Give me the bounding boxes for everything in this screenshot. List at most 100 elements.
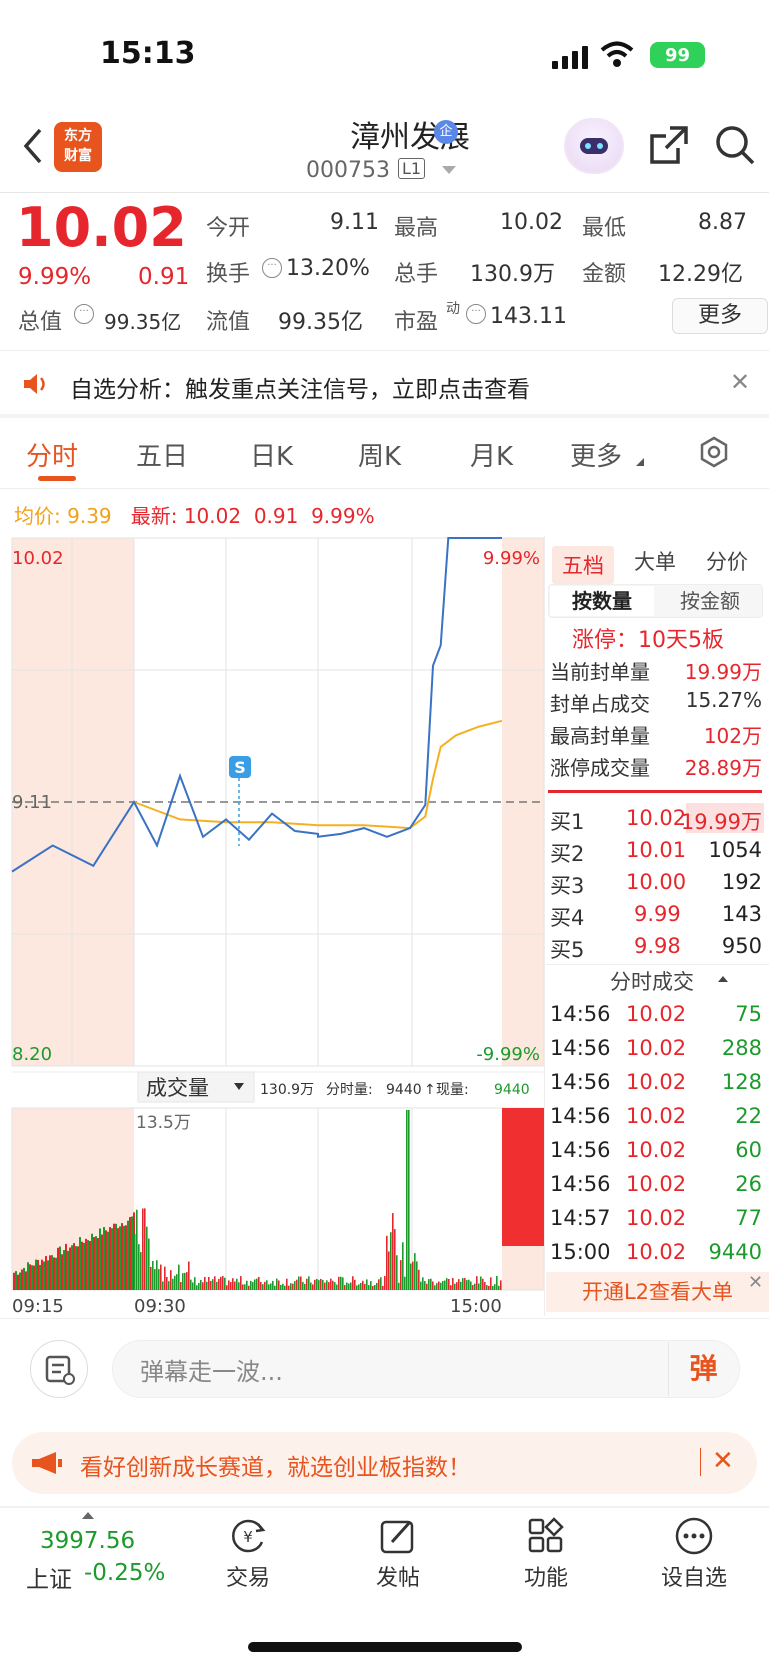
volume-bar [420, 1281, 422, 1290]
post-icon[interactable] [378, 1516, 418, 1556]
nav-functions[interactable]: 功能 [506, 1560, 586, 1592]
mktcap-value: 99.35亿 [104, 310, 182, 334]
more-button[interactable]: 更多 [672, 298, 768, 334]
volume-bar [27, 1262, 29, 1290]
danmaku-settings-icon[interactable] [30, 1340, 88, 1398]
search-icon[interactable] [714, 124, 756, 166]
gear-icon[interactable] [698, 436, 730, 468]
stat-label: 涨停成交量 [550, 756, 650, 780]
share-icon[interactable] [648, 124, 690, 166]
tab-big-orders[interactable]: 大单 [634, 546, 676, 576]
tick-price: 10.02 [626, 1002, 687, 1026]
volume-bar [418, 1269, 420, 1290]
volume-bar [176, 1274, 178, 1290]
volume-bar [210, 1281, 212, 1290]
tab-intraday[interactable]: 分时 [26, 436, 78, 473]
nav-trade[interactable]: 交易 [208, 1560, 288, 1592]
volume-bar [65, 1243, 67, 1290]
seg-by-quantity[interactable]: 按数量 [550, 586, 654, 616]
volume-bar [346, 1282, 348, 1290]
volume-bar [276, 1278, 278, 1290]
volume-bar [288, 1285, 290, 1290]
volume-bar [200, 1279, 202, 1290]
chevron-down-icon[interactable] [442, 166, 456, 174]
volume-bar [131, 1216, 133, 1290]
info-icon[interactable]: ··· [466, 304, 486, 324]
volume-bar [350, 1282, 352, 1290]
tick-price: 10.02 [626, 1104, 687, 1128]
volume-bar [302, 1281, 304, 1290]
danmaku-placeholder[interactable]: 弹幕走一波... [140, 1352, 283, 1387]
tab-monthly-k[interactable]: 月K [470, 436, 513, 473]
tick-vol: 9440 [708, 1240, 762, 1264]
chevron-up-icon[interactable] [718, 976, 728, 982]
volume-bar [172, 1278, 174, 1290]
index-value[interactable]: 3997.56 [40, 1528, 135, 1554]
volume-bar [396, 1255, 398, 1290]
volume-bar [454, 1283, 456, 1290]
volume-bar [304, 1283, 306, 1290]
ticks-header[interactable]: 分时成交 [610, 966, 694, 996]
bid-vol: 192 [721, 870, 762, 894]
volume-bar [244, 1284, 246, 1290]
info-icon[interactable]: ··· [74, 304, 94, 324]
volume-bar [194, 1277, 196, 1290]
pe-value: 143.11 [490, 304, 567, 329]
volume-bar [115, 1223, 117, 1290]
volume-bar [184, 1272, 186, 1290]
volume-bar [402, 1242, 404, 1290]
volume-bar [370, 1281, 372, 1290]
tick-time: 15:00 [550, 1240, 611, 1264]
danmaku-send-button[interactable]: 弹 [668, 1342, 738, 1396]
assistant-avatar[interactable] [564, 118, 624, 174]
l2-upgrade-banner[interactable]: 开通L2查看大单 [546, 1272, 769, 1312]
index-change[interactable]: -0.25% [84, 1560, 165, 1586]
volume-bar [452, 1278, 454, 1290]
nav-add-watchlist[interactable]: 设自选 [654, 1560, 734, 1592]
volume-bar [228, 1280, 230, 1290]
seg-by-amount[interactable]: 按金额 [658, 586, 762, 616]
volume-bar [438, 1281, 440, 1290]
tab-daily-k[interactable]: 日K [250, 436, 293, 473]
close-icon[interactable]: ✕ [712, 1446, 734, 1476]
intraday-chart[interactable]: S 10.02 9.11 8.20 9.99% -9.99% 成交量 130.9… [0, 532, 546, 1322]
more-dots-icon[interactable] [674, 1516, 714, 1556]
volume-bar [406, 1110, 408, 1290]
tab-five-levels[interactable]: 五档 [552, 546, 614, 584]
tab-5day[interactable]: 五日 [136, 436, 188, 473]
level-badge[interactable]: L1 [398, 158, 426, 179]
stat-label: 最高封单量 [550, 724, 650, 748]
tick-price: 10.02 [626, 1036, 687, 1060]
trade-icon[interactable]: ¥ [228, 1516, 268, 1556]
volume-bar [188, 1261, 190, 1290]
bid-vol: 19.99万 [680, 810, 762, 834]
tab-more[interactable]: 更多 [570, 436, 622, 473]
x-tick-label: 15:00 [450, 1296, 502, 1317]
tab-weekly-k[interactable]: 周K [358, 436, 401, 473]
volume-total: 130.9万 [260, 1082, 314, 1098]
tab-price-dist[interactable]: 分价 [706, 546, 748, 576]
pct-max-label: 9.99% [483, 548, 540, 569]
volume-bar [290, 1283, 292, 1290]
notice-text[interactable]: 自选分析：触发重点关注信号，立即点击查看 [70, 370, 530, 404]
close-icon[interactable]: ✕ [730, 368, 750, 396]
ad-text[interactable]: 看好创新成长赛道，就选创业板指数！ [80, 1448, 471, 1482]
info-icon[interactable]: ··· [262, 258, 282, 278]
functions-icon[interactable] [526, 1516, 566, 1556]
volume-bar [316, 1278, 318, 1290]
volume-bar [192, 1282, 194, 1290]
amount-label: 金额 [582, 262, 627, 287]
volume-bar [170, 1270, 172, 1290]
volume-bar [160, 1264, 162, 1290]
volume-bar [404, 1276, 406, 1290]
close-icon[interactable]: ✕ [748, 1272, 763, 1293]
back-icon[interactable] [22, 128, 44, 164]
app-logo: 东方 财富 [54, 122, 102, 172]
nav-post[interactable]: 发帖 [358, 1560, 438, 1592]
volume-bar [63, 1250, 65, 1290]
volume-bar [77, 1246, 79, 1290]
volume-bar [494, 1284, 496, 1290]
chevron-up-icon[interactable] [82, 1512, 94, 1519]
volume-bar [230, 1282, 232, 1290]
index-name[interactable]: 上证 [26, 1560, 72, 1594]
